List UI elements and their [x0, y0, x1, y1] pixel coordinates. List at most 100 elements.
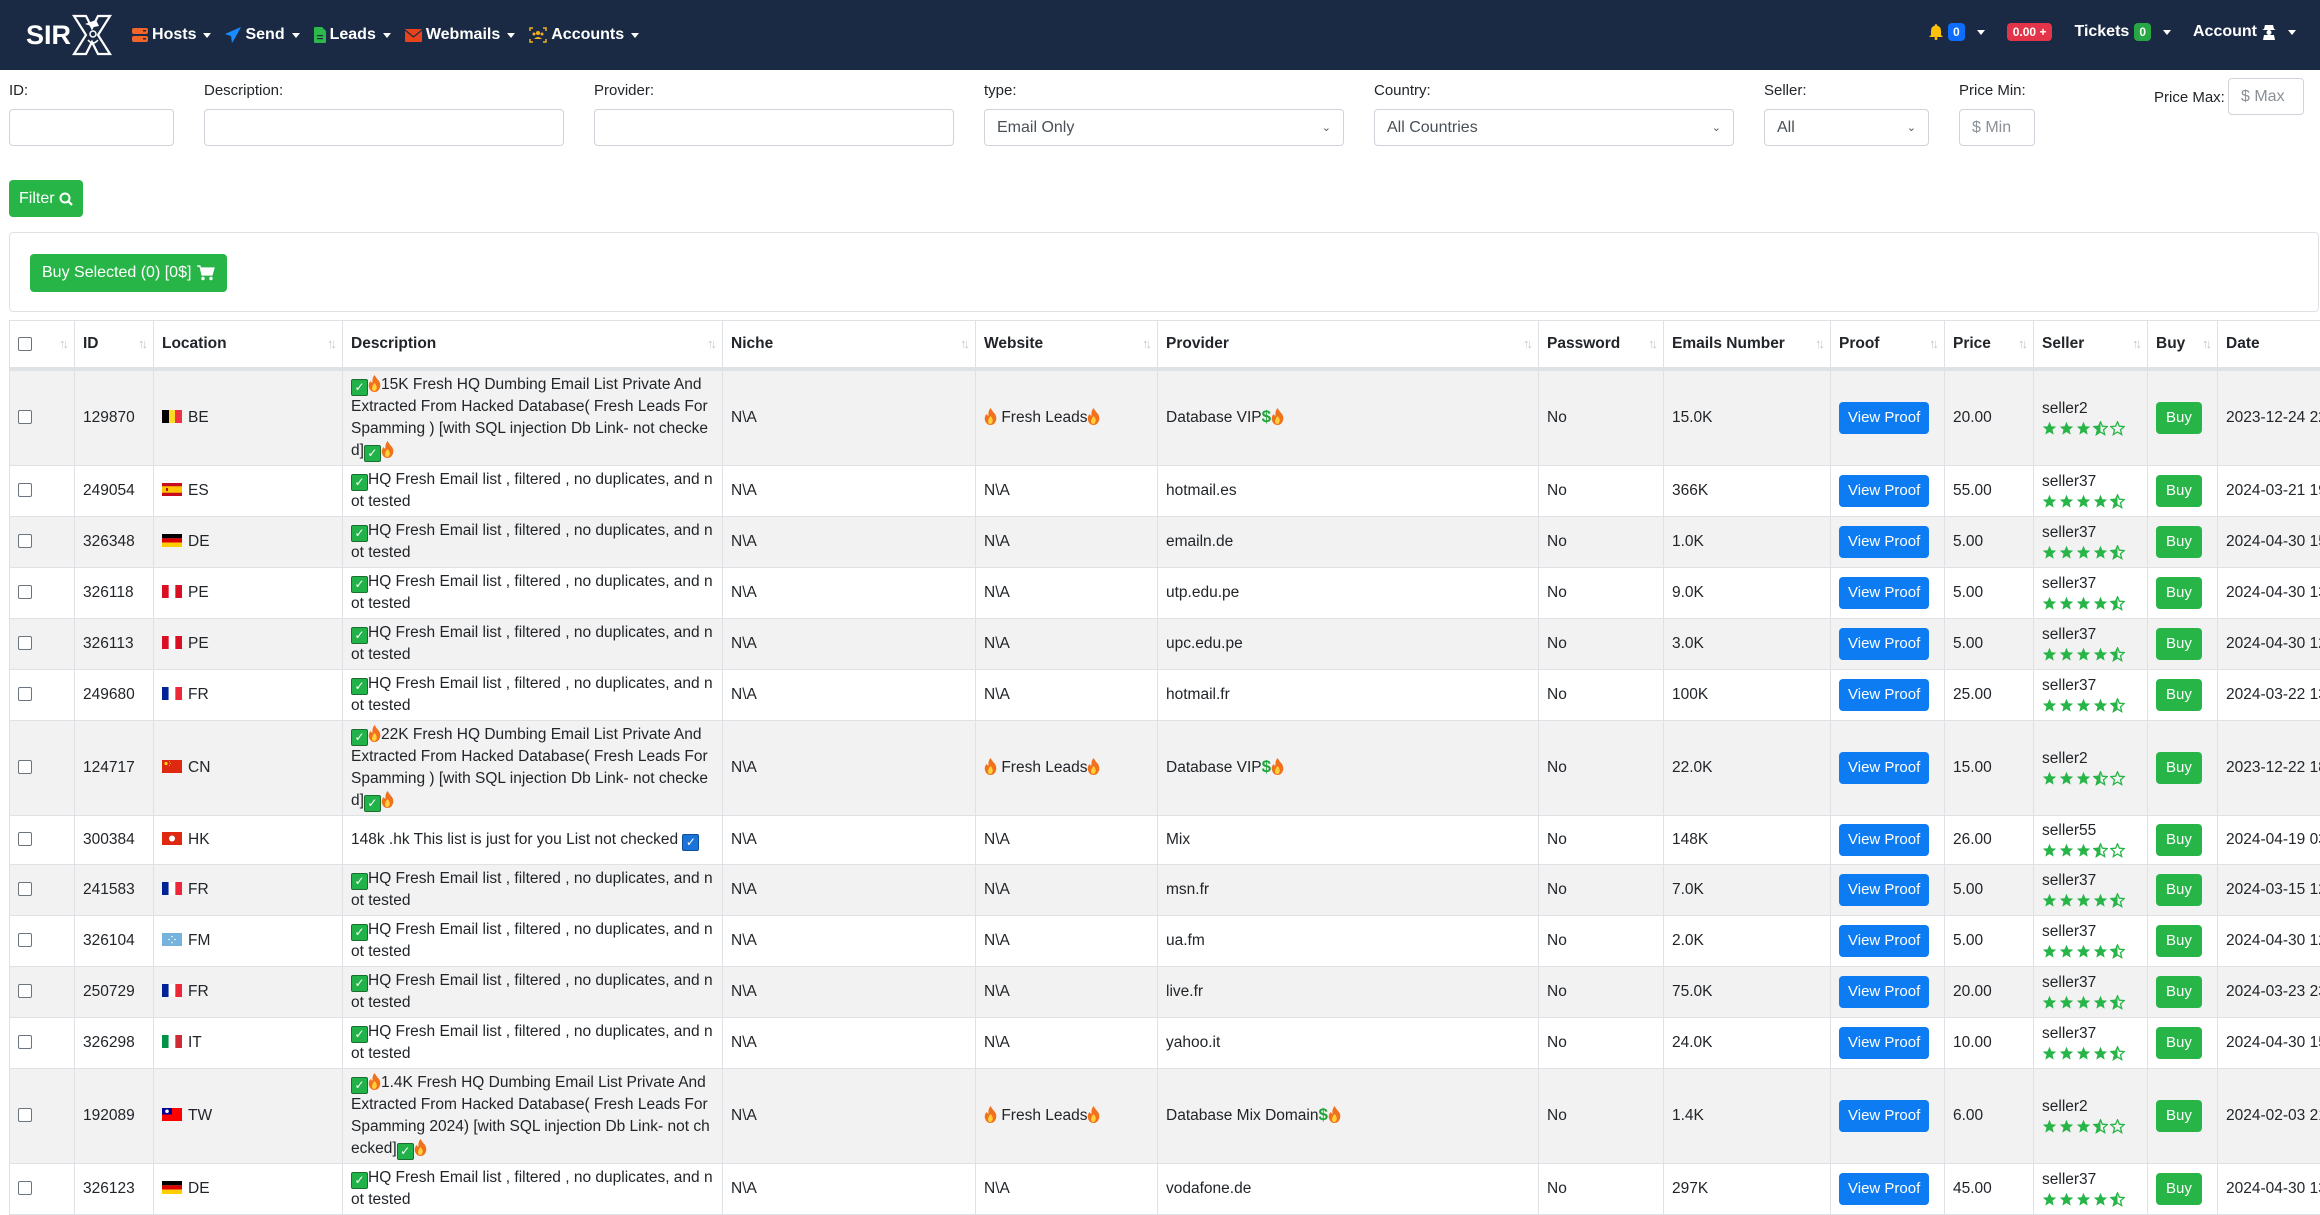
buy-button[interactable]: Buy: [2156, 475, 2202, 507]
column-header-password[interactable]: Password↑↓: [1539, 321, 1664, 369]
sort-icon[interactable]: ↑↓: [59, 336, 66, 351]
view-proof-button[interactable]: View Proof: [1839, 577, 1929, 609]
row-checkbox[interactable]: [18, 984, 32, 998]
buy-button[interactable]: Buy: [2156, 577, 2202, 609]
view-proof-button[interactable]: View Proof: [1839, 925, 1929, 957]
row-checkbox[interactable]: [18, 585, 32, 599]
select-all-header[interactable]: ↑↓: [10, 321, 75, 369]
sort-icon[interactable]: ↑↓: [327, 336, 334, 351]
column-header-website[interactable]: Website↑↓: [976, 321, 1158, 369]
column-header-buy[interactable]: Buy↑↓: [2148, 321, 2218, 369]
buy-button[interactable]: Buy: [2156, 1100, 2202, 1132]
sort-icon[interactable]: ↑↓: [707, 336, 714, 351]
row-checkbox[interactable]: [18, 933, 32, 947]
column-header-location[interactable]: Location↑↓: [154, 321, 343, 369]
account-dropdown[interactable]: Account: [2193, 23, 2296, 41]
nav-accounts[interactable]: Accounts: [529, 26, 639, 44]
seller-name[interactable]: seller37: [2042, 922, 2139, 942]
description-input[interactable]: [204, 109, 564, 146]
sort-icon[interactable]: ↑↓: [1815, 336, 1822, 351]
seller-name[interactable]: seller2: [2042, 1097, 2139, 1117]
view-proof-button[interactable]: View Proof: [1839, 1027, 1929, 1059]
view-proof-button[interactable]: View Proof: [1839, 475, 1929, 507]
seller-name[interactable]: seller37: [2042, 973, 2139, 993]
seller-name[interactable]: seller2: [2042, 749, 2139, 769]
sort-icon[interactable]: ↑↓: [138, 336, 145, 351]
provider-input[interactable]: [594, 109, 954, 146]
nav-leads[interactable]: Leads: [314, 26, 391, 44]
view-proof-button[interactable]: View Proof: [1839, 526, 1929, 558]
seller-name[interactable]: seller37: [2042, 574, 2139, 594]
seller-name[interactable]: seller37: [2042, 523, 2139, 543]
seller-name[interactable]: seller37: [2042, 625, 2139, 645]
tickets-dropdown[interactable]: Tickets 0: [2074, 23, 2171, 41]
sort-icon[interactable]: ↑↓: [1142, 336, 1149, 351]
column-header-emails-number[interactable]: Emails Number↑↓: [1664, 321, 1831, 369]
buy-button[interactable]: Buy: [2156, 976, 2202, 1008]
nav-webmails[interactable]: Webmails: [405, 26, 515, 44]
row-checkbox[interactable]: [18, 1181, 32, 1195]
buy-button[interactable]: Buy: [2156, 526, 2202, 558]
sort-icon[interactable]: ↑↓: [2202, 336, 2209, 351]
row-checkbox[interactable]: [18, 1035, 32, 1049]
view-proof-button[interactable]: View Proof: [1839, 679, 1929, 711]
sort-icon[interactable]: ↑↓: [1929, 336, 1936, 351]
sort-icon[interactable]: ↑↓: [960, 336, 967, 351]
column-header-id[interactable]: ID↑↓: [75, 321, 154, 369]
sort-icon[interactable]: ↑↓: [1648, 336, 1655, 351]
seller-name[interactable]: seller37: [2042, 1024, 2139, 1044]
row-checkbox[interactable]: [18, 534, 32, 548]
filter-button[interactable]: Filter: [9, 180, 83, 217]
price-max-input[interactable]: $ Max: [2228, 78, 2304, 115]
view-proof-button[interactable]: View Proof: [1839, 976, 1929, 1008]
sort-icon[interactable]: ↑↓: [2132, 336, 2139, 351]
buy-button[interactable]: Buy: [2156, 1173, 2202, 1205]
column-header-date[interactable]: Date↑↓: [2218, 321, 2320, 369]
row-checkbox[interactable]: [18, 1108, 32, 1122]
seller-name[interactable]: seller37: [2042, 676, 2139, 696]
view-proof-button[interactable]: View Proof: [1839, 628, 1929, 660]
seller-name[interactable]: seller37: [2042, 472, 2139, 492]
id-input[interactable]: [9, 109, 174, 146]
column-header-price[interactable]: Price↑↓: [1945, 321, 2034, 369]
buy-button[interactable]: Buy: [2156, 824, 2202, 856]
column-header-proof[interactable]: Proof↑↓: [1831, 321, 1945, 369]
price-min-input[interactable]: $ Min: [1959, 109, 2035, 146]
buy-button[interactable]: Buy: [2156, 1027, 2202, 1059]
buy-button[interactable]: Buy: [2156, 679, 2202, 711]
row-checkbox[interactable]: [18, 410, 32, 424]
row-checkbox[interactable]: [18, 636, 32, 650]
balance-add-funds[interactable]: 0.00 +: [2007, 23, 2053, 41]
buy-button[interactable]: Buy: [2156, 402, 2202, 434]
row-checkbox[interactable]: [18, 483, 32, 497]
buy-button[interactable]: Buy: [2156, 874, 2202, 906]
seller-name[interactable]: seller2: [2042, 399, 2139, 419]
sort-icon[interactable]: ↑↓: [2018, 336, 2025, 351]
view-proof-button[interactable]: View Proof: [1839, 824, 1929, 856]
row-checkbox[interactable]: [18, 760, 32, 774]
logo[interactable]: SIR: [26, 14, 112, 56]
view-proof-button[interactable]: View Proof: [1839, 1100, 1929, 1132]
country-select[interactable]: All Countries⌄: [1374, 109, 1734, 146]
nav-send[interactable]: Send: [225, 26, 299, 44]
sort-icon[interactable]: ↑↓: [1523, 336, 1530, 351]
view-proof-button[interactable]: View Proof: [1839, 874, 1929, 906]
view-proof-button[interactable]: View Proof: [1839, 402, 1929, 434]
row-checkbox[interactable]: [18, 882, 32, 896]
column-header-provider[interactable]: Provider↑↓: [1158, 321, 1539, 369]
buy-button[interactable]: Buy: [2156, 752, 2202, 784]
row-checkbox[interactable]: [18, 687, 32, 701]
column-header-seller[interactable]: Seller↑↓: [2034, 321, 2148, 369]
seller-name[interactable]: seller37: [2042, 871, 2139, 891]
view-proof-button[interactable]: View Proof: [1839, 1173, 1929, 1205]
buy-button[interactable]: Buy: [2156, 925, 2202, 957]
seller-name[interactable]: seller37: [2042, 1170, 2139, 1190]
buy-button[interactable]: Buy: [2156, 628, 2202, 660]
seller-name[interactable]: seller55: [2042, 821, 2139, 841]
type-select[interactable]: Email Only⌄: [984, 109, 1344, 146]
column-header-description[interactable]: Description↑↓: [343, 321, 723, 369]
seller-select[interactable]: All⌄: [1764, 109, 1929, 146]
view-proof-button[interactable]: View Proof: [1839, 752, 1929, 784]
select-all-checkbox[interactable]: [18, 337, 32, 351]
notifications-dropdown[interactable]: 0: [1929, 23, 1985, 41]
